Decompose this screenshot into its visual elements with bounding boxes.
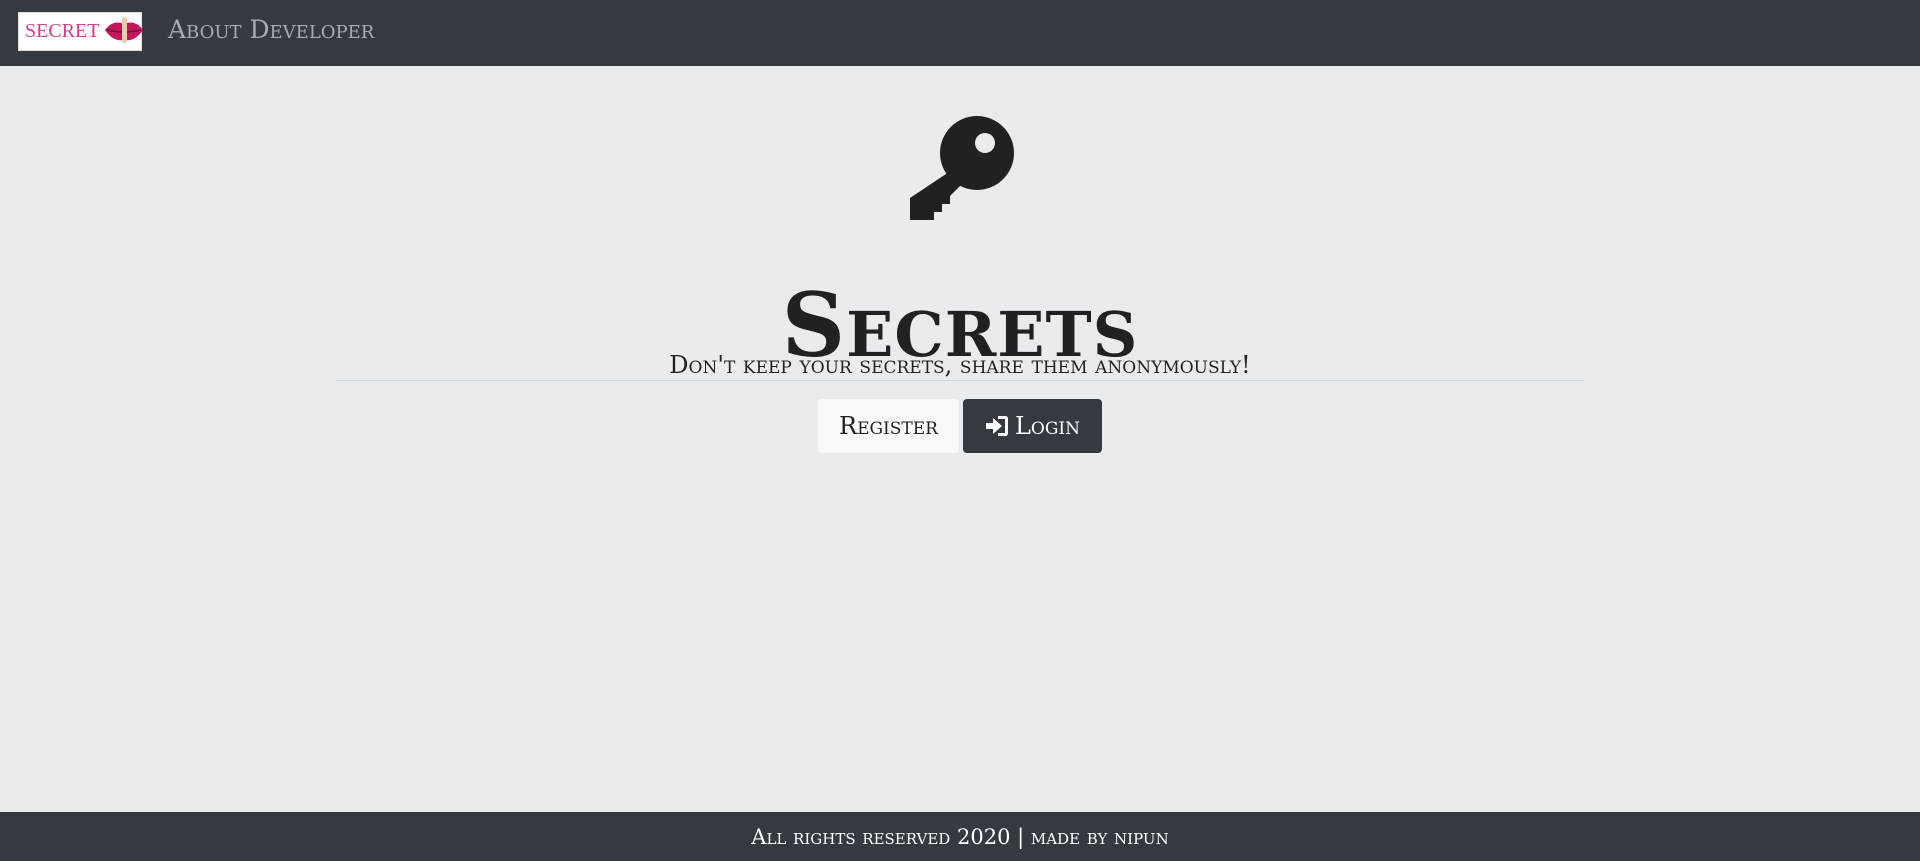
brand-text: SECRET <box>25 20 100 42</box>
footer: All rights reserved 2020 | made by nipun <box>0 812 1920 861</box>
divider <box>336 380 1584 381</box>
register-label: Register <box>839 412 938 440</box>
brand-logo[interactable]: SECRET <box>18 12 145 51</box>
register-button[interactable]: Register <box>818 399 959 453</box>
lips-shush-icon <box>103 15 145 49</box>
sign-in-icon <box>985 415 1009 437</box>
login-button[interactable]: Login <box>963 399 1102 453</box>
navbar: SECRET About Developer <box>0 0 1920 66</box>
lead-text: Don't keep your secrets, share them anon… <box>669 351 1251 379</box>
footer-text: All rights reserved 2020 | made by nipun <box>751 824 1169 849</box>
login-label: Login <box>1014 412 1081 440</box>
key-icon <box>904 114 1016 230</box>
nav-link-about-developer[interactable]: About Developer <box>168 15 374 44</box>
